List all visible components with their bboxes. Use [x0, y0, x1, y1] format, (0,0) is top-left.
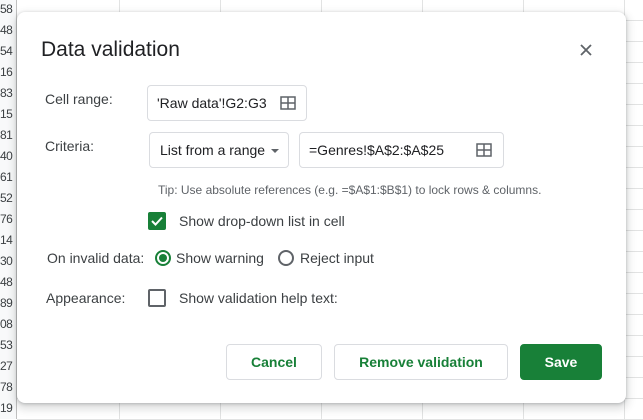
row-number: 81 — [0, 128, 13, 142]
row-number: 58 — [0, 2, 13, 16]
row-number: 48 — [0, 275, 13, 289]
row-number: 78 — [0, 380, 13, 394]
row-number: 08 — [0, 317, 13, 331]
cell-range-label: Cell range: — [45, 91, 113, 107]
show-dropdown-checkbox[interactable] — [148, 212, 166, 230]
show-help-text-checkbox[interactable] — [148, 289, 166, 307]
row-number: 30 — [0, 254, 13, 268]
row-number: 54 — [0, 44, 13, 58]
reject-input-label[interactable]: Reject input — [300, 250, 374, 266]
row-number: 14 — [0, 233, 13, 247]
grid-select-icon[interactable] — [476, 143, 492, 157]
appearance-label: Appearance: — [46, 290, 126, 306]
row-number: 15 — [0, 107, 13, 121]
cancel-button[interactable]: Cancel — [226, 344, 322, 380]
row-number: 76 — [0, 212, 13, 226]
criteria-label: Criteria: — [45, 138, 95, 154]
chevron-down-icon — [271, 149, 279, 153]
row-number: 16 — [0, 65, 13, 79]
remove-validation-button[interactable]: Remove validation — [334, 344, 508, 380]
show-dropdown-label: Show drop-down list in cell — [179, 213, 345, 229]
row-number: 40 — [0, 149, 13, 163]
close-button[interactable] — [574, 38, 598, 62]
criteria-tip: Tip: Use absolute references (e.g. =$A$1… — [158, 183, 542, 197]
show-help-text-label: Show validation help text: — [179, 290, 338, 306]
data-validation-dialog: Data validation Cell range: 'Raw data'!G… — [17, 12, 626, 403]
grid-select-icon[interactable] — [280, 96, 296, 110]
show-warning-radio[interactable] — [155, 250, 171, 266]
row-number: 61 — [0, 170, 13, 184]
criteria-type-value: List from a range — [160, 142, 266, 158]
dialog-title: Data validation — [41, 38, 180, 61]
on-invalid-label: On invalid data: — [47, 250, 145, 266]
row-number: 48 — [0, 23, 13, 37]
row-number: 27 — [0, 359, 13, 373]
row-number: 19 — [0, 401, 13, 415]
criteria-range-value: =Genres!$A$2:$A$25 — [309, 142, 445, 158]
row-number: 83 — [0, 86, 13, 100]
cell-range-input[interactable]: 'Raw data'!G2:G3 — [147, 85, 307, 121]
criteria-type-dropdown[interactable]: List from a range — [149, 132, 289, 168]
row-number-column: 58 48 54 16 83 15 81 40 61 52 76 14 30 48 89 08 53 27 78 19 — [0, 0, 17, 419]
row-number: 89 — [0, 296, 13, 310]
reject-input-radio[interactable] — [278, 250, 294, 266]
checkmark-icon — [151, 216, 163, 226]
row-number: 52 — [0, 191, 13, 205]
criteria-range-input[interactable]: =Genres!$A$2:$A$25 — [299, 132, 504, 168]
close-icon — [580, 44, 592, 56]
cell-range-value: 'Raw data'!G2:G3 — [157, 95, 267, 111]
show-warning-label[interactable]: Show warning — [176, 250, 264, 266]
row-number: 53 — [0, 338, 13, 352]
save-button[interactable]: Save — [520, 344, 602, 380]
